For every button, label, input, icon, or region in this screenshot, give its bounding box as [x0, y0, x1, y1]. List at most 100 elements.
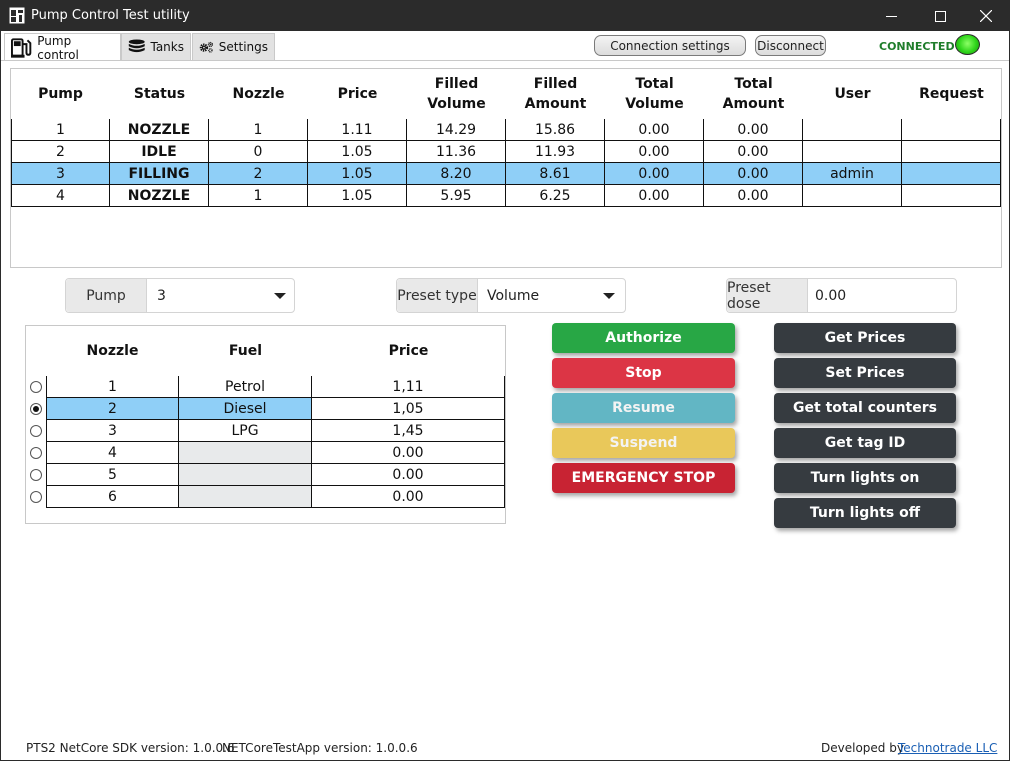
pump-table-row[interactable]: 1 NOZZLE 1 1.11 14.29 15.86 0.00 0.00 — [11, 119, 1001, 141]
pump-select[interactable]: Pump 3 — [65, 278, 295, 313]
pump-table-cell: 0.00 — [605, 163, 704, 185]
resume-button[interactable]: Resume — [552, 393, 735, 423]
developer-link[interactable]: Technotrade LLC — [898, 741, 997, 755]
nozzle-table-cell: 1,45 — [312, 420, 505, 442]
nozzle-table[interactable]: Nozzle Fuel Price 1 Petrol 1,11 2 Diesel 1,05 3 L… — [25, 325, 506, 524]
get-prices-button[interactable]: Get Prices — [774, 323, 956, 353]
pump-table-column-header[interactable]: Total Volume — [605, 69, 704, 119]
tab-pump-control[interactable]: Pump control — [4, 33, 121, 62]
nozzle-table-row[interactable]: 3 LPG 1,45 — [26, 420, 505, 442]
nozzle-radio-button[interactable] — [30, 425, 42, 437]
chevron-down-icon — [274, 293, 286, 299]
nozzle-table-row[interactable]: 6 0.00 — [26, 486, 505, 508]
database-icon — [128, 39, 145, 53]
preset-dose-input[interactable]: 0.00 — [815, 279, 846, 312]
nozzle-table-cell: Diesel — [179, 398, 312, 420]
nozzle-radio-button[interactable] — [30, 469, 42, 481]
pump-table-cell — [803, 185, 902, 207]
pump-table-column-header[interactable]: Nozzle — [209, 69, 308, 119]
pump-table-column-header[interactable]: Total Amount — [704, 69, 803, 119]
connection-status-led-icon — [955, 34, 980, 55]
pump-table-column-header[interactable]: Request — [902, 69, 1001, 119]
connection-settings-button[interactable]: Connection settings — [594, 35, 746, 56]
nozzle-table-row[interactable]: 2 Diesel 1,05 — [26, 398, 505, 420]
nozzle-table-cell: 2 — [46, 398, 179, 420]
pump-table-cell: 6.25 — [506, 185, 605, 207]
pump-table-cell: 0.00 — [704, 185, 803, 207]
authorize-button[interactable]: Authorize — [552, 323, 735, 353]
nozzle-table-row[interactable]: 4 0.00 — [26, 442, 505, 464]
pump-table-row[interactable]: 4 NOZZLE 1 1.05 5.95 6.25 0.00 0.00 — [11, 185, 1001, 207]
pump-table-cell — [803, 141, 902, 163]
tab-tanks-label: Tanks — [150, 40, 184, 54]
pump-table-column-header[interactable]: Filled Volume — [407, 69, 506, 119]
pump-table-cell: 0.00 — [605, 119, 704, 141]
nozzle-radio-button[interactable] — [30, 447, 42, 459]
nozzle-table-cell: 3 — [46, 420, 179, 442]
get-total-counters-button[interactable]: Get total counters — [774, 393, 956, 423]
pump-table-cell — [803, 119, 902, 141]
nozzle-table-cell: 1,11 — [312, 376, 505, 398]
nozzle-table-column-header[interactable]: Price — [312, 326, 505, 376]
pump-table-column-header[interactable]: Status — [110, 69, 209, 119]
pump-table-column-header[interactable]: Pump — [11, 69, 110, 119]
preset-type-select[interactable]: Preset type Volume — [396, 278, 626, 313]
pump-table-cell: 0 — [209, 141, 308, 163]
pump-table-cell: 11.36 — [407, 141, 506, 163]
pump-table-row[interactable]: 2 IDLE 0 1.05 11.36 11.93 0.00 0.00 — [11, 141, 1001, 163]
pump-table-cell: 1 — [11, 119, 110, 141]
nozzle-table-cell: 1 — [46, 376, 179, 398]
app-version-text: NETCoreTestApp version: 1.0.0.6 — [222, 741, 418, 755]
pump-table-cell — [902, 141, 1001, 163]
pump-table-header: Pump Status Nozzle Price Filled Volume Filled… — [11, 69, 1001, 119]
pump-table-cell: 15.86 — [506, 119, 605, 141]
set-prices-button[interactable]: Set Prices — [774, 358, 956, 388]
pump-table-cell: 8.61 — [506, 163, 605, 185]
turn-lights-off-button[interactable]: Turn lights off — [774, 498, 956, 528]
pump-table-cell: NOZZLE — [110, 119, 209, 141]
preset-dose-field[interactable]: Preset dose 0.00 — [726, 278, 957, 313]
nozzle-radio-button[interactable] — [30, 491, 42, 503]
status-bar: PTS2 NetCore SDK version: 1.0.0.6 NETCor… — [1, 737, 1009, 761]
suspend-button[interactable]: Suspend — [552, 428, 735, 458]
window-title: Pump Control Test utility — [31, 8, 190, 23]
pump-table-column-header[interactable]: Price — [308, 69, 407, 119]
close-button[interactable] — [963, 1, 1009, 31]
nozzle-table-column-header[interactable]: Nozzle — [46, 326, 179, 376]
nozzle-table-column-header[interactable]: Fuel — [179, 326, 312, 376]
pump-select-value: 3 — [157, 287, 166, 304]
nozzle-table-cell: LPG — [179, 420, 312, 442]
pump-table-cell: 0.00 — [704, 141, 803, 163]
nozzle-table-row[interactable]: 1 Petrol 1,11 — [26, 376, 505, 398]
preset-type-label: Preset type — [397, 279, 478, 312]
nozzle-table-cell: 4 — [46, 442, 179, 464]
maximize-icon — [934, 10, 946, 22]
tab-pump-control-label: Pump control — [37, 33, 79, 62]
get-tag-id-button[interactable]: Get tag ID — [774, 428, 956, 458]
tab-tanks[interactable]: Tanks — [121, 33, 191, 61]
maximize-button[interactable] — [917, 1, 963, 31]
tab-settings[interactable]: Settings — [192, 33, 275, 61]
pump-table-column-header[interactable]: Filled Amount — [506, 69, 605, 119]
turn-lights-on-button[interactable]: Turn lights on — [774, 463, 956, 493]
nozzle-table-row[interactable]: 5 0.00 — [26, 464, 505, 486]
pump-table-row[interactable]: 3 FILLING 2 1.05 8.20 8.61 0.00 0.00 admin — [11, 163, 1001, 185]
emergency-stop-button[interactable]: EMERGENCY STOP — [552, 463, 735, 493]
nozzle-radio-button[interactable] — [30, 381, 42, 393]
pump-table-cell: 4 — [11, 185, 110, 207]
disconnect-button[interactable]: Disconnect — [755, 35, 826, 56]
pump-table-cell: 1.05 — [308, 163, 407, 185]
stop-button[interactable]: Stop — [552, 358, 735, 388]
nozzle-table-cell: 0.00 — [312, 486, 505, 508]
pump-table-column-header[interactable]: User — [803, 69, 902, 119]
app-window: Pump Control Test utility Pump control T… — [0, 0, 1010, 761]
chevron-down-icon — [603, 293, 615, 299]
nozzle-radio-button[interactable] — [30, 403, 42, 415]
pump-table-cell — [902, 163, 1001, 185]
tab-settings-label: Settings — [218, 40, 268, 54]
pump-table-cell: 14.29 — [407, 119, 506, 141]
minimize-button[interactable] — [868, 1, 914, 31]
pump-table-cell: 5.95 — [407, 185, 506, 207]
pump-table[interactable]: Pump Status Nozzle Price Filled Volume Filled… — [10, 68, 1002, 268]
minimize-icon — [885, 15, 897, 17]
